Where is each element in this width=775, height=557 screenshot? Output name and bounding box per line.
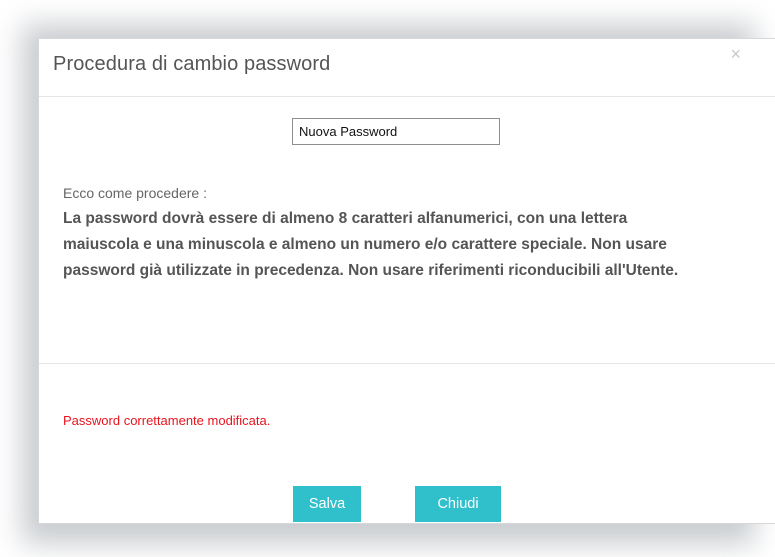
- close-button[interactable]: Chiudi: [415, 486, 501, 522]
- save-button[interactable]: Salva: [293, 486, 361, 522]
- close-icon[interactable]: ×: [726, 43, 745, 65]
- status-message: Password correttamente modificata.: [63, 413, 271, 428]
- dialog-header: Procedura di cambio password ×: [39, 39, 775, 97]
- instructions-heading: Ecco come procedere :: [63, 185, 207, 201]
- new-password-input[interactable]: [292, 118, 500, 145]
- change-password-dialog: Procedura di cambio password × Ecco come…: [38, 38, 775, 524]
- password-requirements: La password dovrà essere di almeno 8 car…: [63, 210, 679, 279]
- dialog-title: Procedura di cambio password: [53, 53, 331, 75]
- instructions-block: Ecco come procedere : La password dovrà …: [63, 185, 703, 284]
- section-divider: [39, 363, 775, 364]
